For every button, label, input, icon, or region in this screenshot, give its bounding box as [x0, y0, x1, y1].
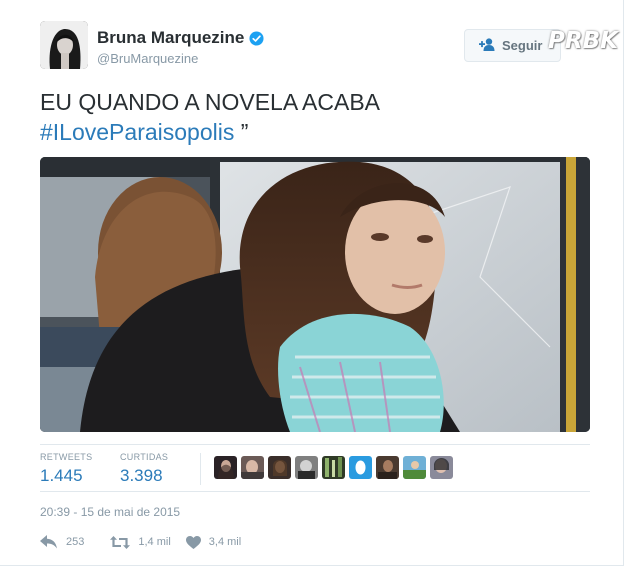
retweet-icon: [110, 535, 131, 549]
likes-label: CURTIDAS: [120, 452, 169, 462]
tweet-photo[interactable]: [40, 157, 590, 432]
retweets-label: RETWEETS: [40, 452, 93, 462]
heart-icon: [185, 535, 201, 549]
like-action[interactable]: 3,4 mil: [185, 535, 242, 549]
liker-avatar[interactable]: [322, 456, 345, 479]
liker-avatar[interactable]: [403, 456, 426, 479]
user-handle[interactable]: @BruMarquezine: [97, 51, 198, 66]
reply-icon: [40, 535, 58, 549]
stats-divider: [200, 453, 201, 485]
liker-avatar[interactable]: [430, 456, 453, 479]
watermark-logo: PRBK: [548, 28, 618, 54]
retweets-count: 1.445: [40, 466, 83, 485]
retweet-count: 1,4 mil: [138, 536, 171, 548]
tweet-text-tail: ”: [234, 119, 249, 145]
retweet-action[interactable]: 1,4 mil: [110, 535, 171, 549]
likes-count: 3.398: [120, 466, 163, 485]
display-name[interactable]: Bruna Marquezine: [97, 28, 264, 48]
display-name-text[interactable]: Bruna Marquezine: [97, 28, 244, 48]
tweet-card: Bruna Marquezine @BruMarquezine Seguir P…: [0, 0, 624, 566]
like-count: 3,4 mil: [208, 536, 242, 548]
verified-badge-icon: [249, 30, 264, 46]
tweet-text-line: EU QUANDO A NOVELA ACABA: [40, 89, 381, 115]
liker-avatar[interactable]: [268, 456, 291, 479]
tweet-text: EU QUANDO A NOVELA ACABA #ILoveParaisopo…: [40, 87, 600, 147]
tweet-actions: 253 1,4 mil 3,4 mil: [40, 535, 241, 549]
follow-button[interactable]: Seguir: [464, 29, 561, 62]
add-user-icon: [479, 37, 496, 54]
tweet-timestamp[interactable]: 20:39 - 15 de mai de 2015: [40, 505, 180, 519]
liker-avatar[interactable]: [241, 456, 264, 479]
engagement-stats: RETWEETS 1.445 CURTIDAS 3.398: [40, 444, 590, 492]
likers-avatars: [214, 456, 453, 479]
follow-button-label: Seguir: [502, 38, 543, 53]
liker-avatar[interactable]: [214, 456, 237, 479]
liker-avatar[interactable]: [349, 456, 372, 479]
likes-stat[interactable]: CURTIDAS 3.398: [120, 452, 168, 486]
hashtag-link[interactable]: #ILoveParaisopolis: [40, 119, 234, 145]
reply-count: 253: [66, 536, 85, 548]
avatar[interactable]: [40, 21, 88, 69]
retweets-stat[interactable]: RETWEETS 1.445: [40, 452, 92, 486]
liker-avatar[interactable]: [376, 456, 399, 479]
reply-action[interactable]: 253: [40, 535, 84, 549]
liker-avatar[interactable]: [295, 456, 318, 479]
